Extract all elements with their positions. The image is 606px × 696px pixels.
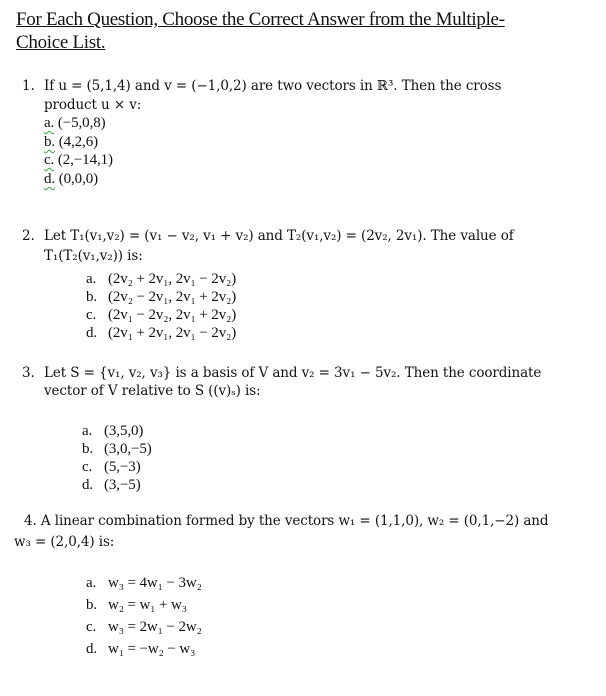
option-label: a.	[86, 271, 97, 287]
question-number: 1.	[22, 78, 35, 94]
option-value: (3,0,−5)	[104, 441, 152, 457]
option-4a: a. w₃ = 4w₁ − 3w₂	[86, 574, 202, 592]
option-value: w₂ = w₁ + w₃	[108, 597, 187, 613]
question-number: 4.	[24, 513, 37, 529]
option-value: w₁ = −w₂ − w₃	[108, 641, 196, 657]
option-label: a.	[86, 575, 97, 591]
option-label: b.	[86, 597, 98, 613]
option-1a: a. (−5,0,8)	[44, 114, 106, 132]
option-value: (0,0,0)	[58, 171, 99, 187]
question-number: 2.	[22, 228, 35, 244]
option-value: (3,−5)	[104, 477, 141, 493]
page-title: For Each Question, Choose the Correct An…	[16, 8, 576, 54]
option-value: w₃ = 2w₁ − 2w₂	[108, 619, 202, 635]
option-value: (2v₂ − 2v₁, 2v₁ + 2v₂)	[108, 289, 237, 305]
option-value: w₃ = 4w₁ − 3w₂	[108, 575, 202, 591]
option-label: c.	[86, 307, 97, 323]
option-2c: c. (2v₁ − 2v₂, 2v₁ + 2v₂)	[86, 306, 236, 324]
option-label: d.	[86, 641, 98, 657]
option-label: b.	[44, 134, 56, 150]
question-4-line-2: w₃ = (2,0,4) is:	[14, 534, 115, 550]
option-value: (5,−3)	[104, 459, 141, 475]
option-label: a.	[44, 115, 55, 131]
option-2b: b. (2v₂ − 2v₁, 2v₁ + 2v₂)	[86, 288, 236, 306]
option-value: (2v₁ + 2v₁, 2v₁ − 2v₂)	[108, 325, 237, 341]
question-4-line-1: 4. A linear combination formed by the ve…	[24, 512, 549, 530]
option-label: a.	[82, 423, 93, 439]
option-4b: b. w₂ = w₁ + w₃	[86, 596, 187, 614]
question-2-line-1: 2. Let T₁(v₁,v₂) = (v₁ − v₂, v₁ + v₂) and…	[22, 227, 514, 245]
option-label: d.	[82, 477, 94, 493]
option-value: (3,5,0)	[104, 423, 144, 439]
option-value: (4,2,6)	[58, 134, 99, 150]
question-2-line-2: T₁(T₂(v₁,v₂)) is:	[44, 248, 143, 264]
option-value: (2,−14,1)	[57, 152, 113, 168]
option-4c: c. w₃ = 2w₁ − 2w₂	[86, 618, 202, 636]
title-line-1: For Each Question, Choose the Correct An…	[16, 9, 505, 30]
question-text: Let S = {v₁, v₂, v₃} is a basis of V and…	[44, 365, 542, 381]
option-label: c.	[44, 152, 55, 168]
option-label: d.	[86, 325, 98, 341]
question-1-line-1: 1. If u = (5,1,4) and v = (−1,0,2) are tw…	[22, 77, 501, 95]
option-1b: b. (4,2,6)	[44, 133, 98, 151]
option-3d: d. (3,−5)	[82, 476, 141, 494]
question-text: A linear combination formed by the vecto…	[40, 513, 549, 529]
question-3-line-1: 3. Let S = {v₁, v₂, v₃} is a basis of V a…	[22, 364, 541, 382]
question-text: Let T₁(v₁,v₂) = (v₁ − v₂, v₁ + v₂) and T…	[44, 228, 514, 244]
question-text: If u = (5,1,4) and v = (−1,0,2) are two …	[44, 78, 502, 94]
option-label: b.	[86, 289, 98, 305]
question-3-line-2: vector of V relative to S ((v)ₛ) is:	[44, 383, 261, 399]
question-number: 3.	[22, 365, 35, 381]
question-1-line-2: product u × v:	[44, 97, 142, 113]
option-label: b.	[82, 441, 94, 457]
option-1d: d. (0,0,0)	[44, 170, 98, 188]
title-line-2: Choice List.	[16, 32, 106, 53]
option-3a: a. (3,5,0)	[82, 422, 143, 440]
option-4d: d. w₁ = −w₂ − w₃	[86, 640, 195, 658]
option-1c: c. (2,−14,1)	[44, 151, 113, 169]
option-label: c.	[82, 459, 93, 475]
option-value: (2v₁ − 2v₂, 2v₁ + 2v₂)	[108, 307, 237, 323]
option-label: c.	[86, 619, 97, 635]
option-3b: b. (3,0,−5)	[82, 440, 152, 458]
option-2d: d. (2v₁ + 2v₁, 2v₁ − 2v₂)	[86, 324, 236, 342]
option-2a: a. (2v₂ + 2v₁, 2v₁ − 2v₂)	[86, 270, 236, 288]
option-value: (−5,0,8)	[57, 115, 106, 131]
option-value: (2v₂ + 2v₁, 2v₁ − 2v₂)	[108, 271, 237, 287]
option-label: d.	[44, 171, 56, 187]
option-3c: c. (5,−3)	[82, 458, 141, 476]
